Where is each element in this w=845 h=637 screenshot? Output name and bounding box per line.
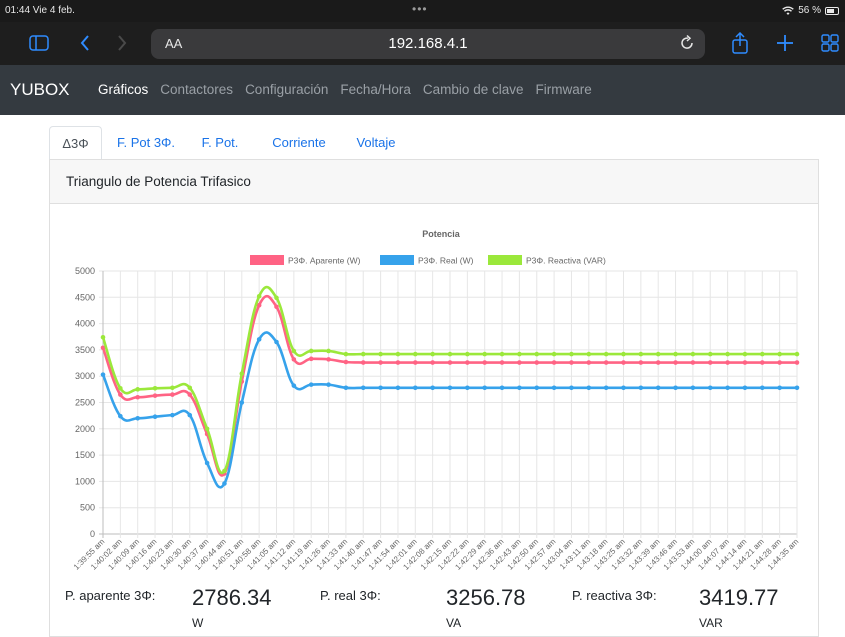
- share-icon[interactable]: [730, 30, 750, 56]
- multitask-dots-icon[interactable]: •••: [412, 2, 428, 16]
- nav-link-cambio-clave[interactable]: Cambio de clave: [423, 82, 524, 97]
- nav-link-firmware[interactable]: Firmware: [535, 82, 591, 97]
- summary-label: P. real 3Φ:: [320, 588, 381, 603]
- url-text[interactable]: 192.168.4.1: [151, 35, 705, 52]
- card-header: Triangulo de Potencia Trifasico: [50, 159, 818, 204]
- summary-value: 3419.77: [699, 585, 779, 610]
- wifi-icon: [782, 5, 794, 15]
- summary-unit: VAR: [699, 616, 723, 630]
- summary-unit: W: [192, 616, 204, 630]
- card-title: Triangulo de Potencia Trifasico: [66, 174, 251, 189]
- address-bar[interactable]: AA 192.168.4.1: [151, 29, 705, 59]
- nav-link-fecha-hora[interactable]: Fecha/Hora: [340, 82, 411, 97]
- status-bar: 01:44 Vie 4 feb. ••• 56 %: [0, 0, 845, 22]
- sidebar-icon[interactable]: [28, 30, 50, 56]
- brand-logo[interactable]: YUBOX: [10, 80, 70, 100]
- forward-icon[interactable]: [115, 30, 129, 56]
- nav-link-contactores[interactable]: Contactores: [160, 82, 233, 97]
- summary-label: P. reactiva 3Φ:: [572, 588, 657, 603]
- chart-card: Triangulo de Potencia Trifasico: [49, 159, 819, 637]
- battery-percent: 56 %: [798, 5, 821, 16]
- status-time: 01:44 Vie 4 feb.: [5, 5, 75, 16]
- tab-delta-3phi[interactable]: Δ3Φ: [49, 126, 102, 160]
- nav-links: Gráficos Contactores Configuración Fecha…: [98, 82, 604, 97]
- tab-f-pot-3phi[interactable]: F. Pot 3Φ.: [109, 126, 183, 160]
- tab-corriente[interactable]: Corriente: [264, 126, 334, 160]
- nav-link-graficos[interactable]: Gráficos: [98, 82, 148, 97]
- tab-f-pot[interactable]: F. Pot.: [195, 126, 245, 160]
- summary-reactiva: P. reactiva 3Φ: 3419.77 VAR: [572, 585, 812, 635]
- new-tab-icon[interactable]: [775, 30, 795, 56]
- chart-tabs: Δ3Φ F. Pot 3Φ. F. Pot. Corriente Voltaje: [49, 126, 819, 160]
- reload-icon[interactable]: [679, 34, 695, 57]
- summary-value: 2786.34: [192, 585, 272, 610]
- summary-aparente: P. aparente 3Φ: 2786.34 W: [65, 585, 305, 635]
- tab-voltaje[interactable]: Voltaje: [349, 126, 403, 160]
- app-navbar: YUBOX Gráficos Contactores Configuración…: [0, 65, 845, 115]
- summary-label: P. aparente 3Φ:: [65, 588, 156, 603]
- battery-icon: [825, 6, 839, 15]
- summary-real: P. real 3Φ: 3256.78 VA: [320, 585, 560, 635]
- back-icon[interactable]: [78, 30, 92, 56]
- summary-value: 3256.78: [446, 585, 526, 610]
- summary-unit: VA: [446, 616, 462, 630]
- tabs-grid-icon[interactable]: [820, 30, 840, 56]
- nav-link-configuracion[interactable]: Configuración: [245, 82, 328, 97]
- status-right: 56 %: [782, 5, 839, 16]
